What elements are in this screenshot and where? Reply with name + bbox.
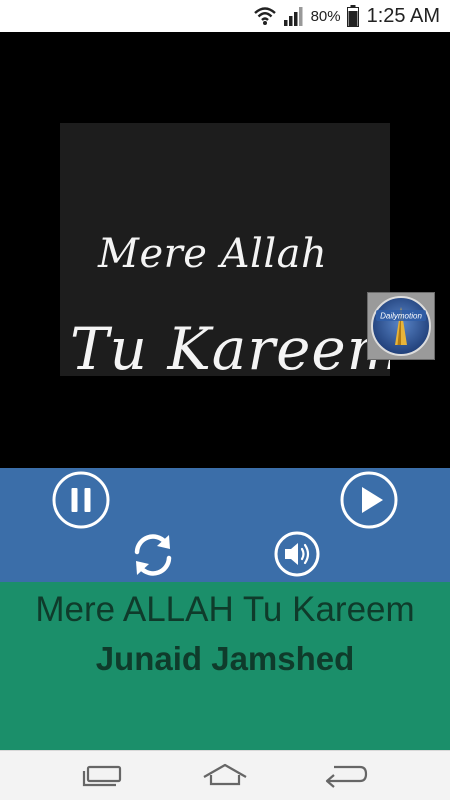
pause-icon — [52, 471, 110, 529]
status-time: 1:25 AM — [366, 4, 440, 27]
repeat-icon — [128, 530, 178, 580]
volume-icon — [274, 531, 320, 577]
battery-percentage: 80% — [310, 7, 341, 25]
pause-button[interactable] — [52, 471, 110, 529]
home-icon — [200, 761, 250, 789]
play-button[interactable] — [340, 471, 398, 529]
video-thumbnail[interactable]: Mere Allah Tu Kareem — [60, 123, 390, 376]
battery-icon — [346, 5, 359, 27]
play-icon — [340, 471, 398, 529]
back-button[interactable] — [322, 761, 370, 789]
back-icon — [322, 761, 370, 789]
track-info: Mere ALLAH Tu Kareem Junaid Jamshed — [0, 582, 450, 750]
status-indicators: 80% 1:25 AM — [253, 0, 440, 32]
repeat-button[interactable] — [128, 530, 178, 580]
wifi-icon — [253, 6, 277, 26]
thumbnail-text-line1: Mere Allah — [98, 231, 328, 277]
home-button[interactable] — [200, 761, 250, 789]
video-player[interactable]: Mere Allah Tu Kareem Dailymotion — [0, 32, 450, 468]
signal-icon — [283, 6, 305, 26]
artist-name: Junaid Jamshed — [95, 640, 355, 677]
volume-button[interactable] — [274, 531, 320, 577]
recent-apps-icon — [80, 761, 126, 789]
player-controls — [0, 468, 450, 582]
song-title: Mere ALLAH Tu Kareem — [35, 590, 415, 629]
dailymotion-logo[interactable]: Dailymotion — [367, 292, 435, 360]
recent-apps-button[interactable] — [80, 761, 126, 789]
status-bar: 80% 1:25 AM — [0, 0, 450, 32]
dailymotion-label: Dailymotion — [380, 312, 422, 321]
thumbnail-text-line2: Tu Kareem — [70, 315, 390, 376]
navigation-bar — [0, 750, 450, 800]
